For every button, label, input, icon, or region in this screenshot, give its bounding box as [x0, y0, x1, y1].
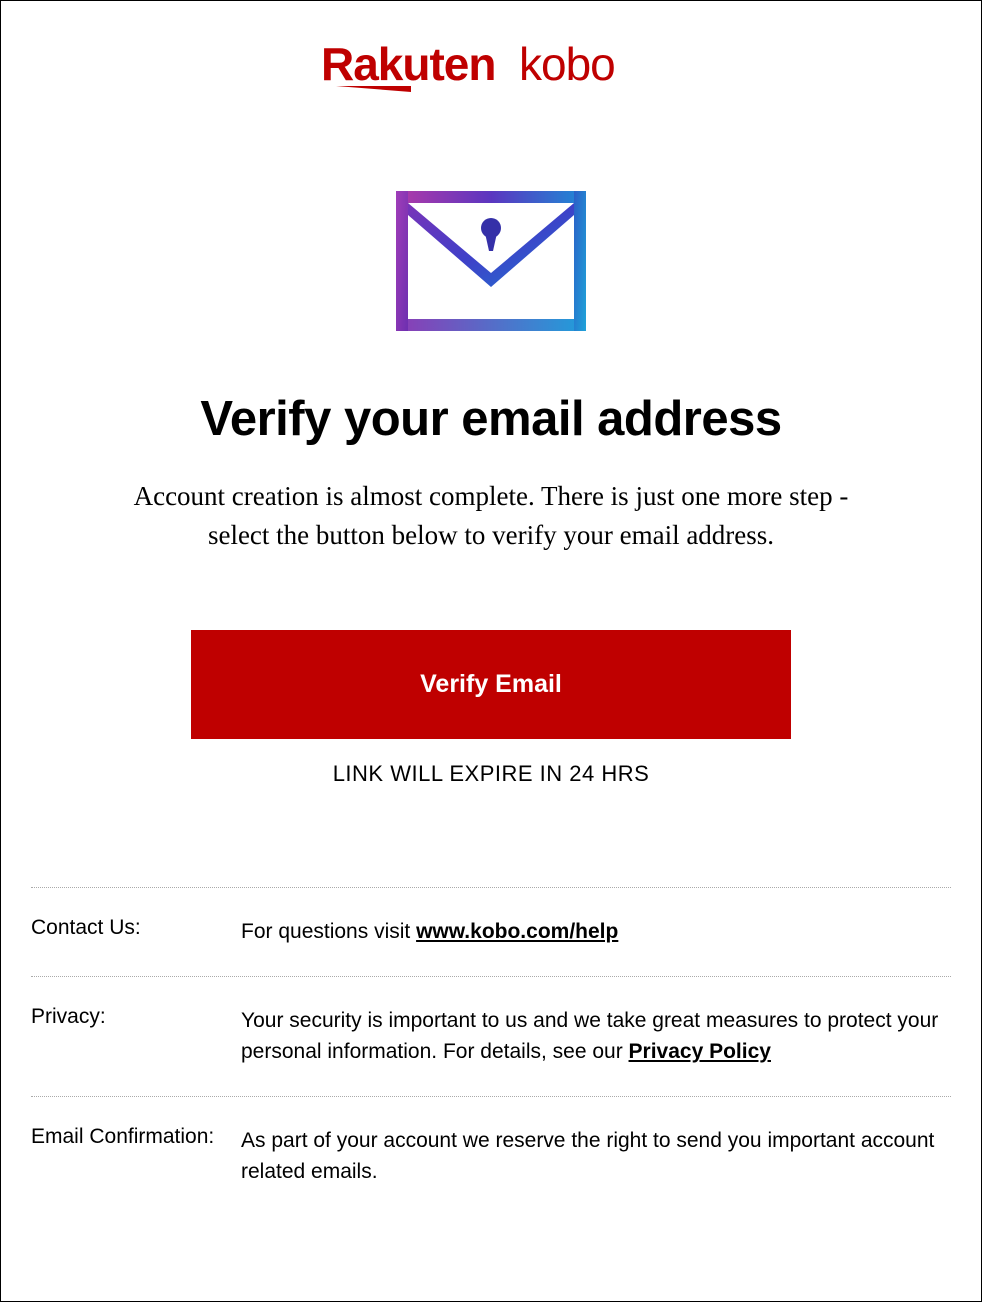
svg-text:kobo: kobo — [519, 38, 615, 90]
verify-email-button[interactable]: Verify Email — [191, 630, 791, 739]
privacy-value: Your security is important to us and we … — [241, 1005, 951, 1068]
page-title: Verify your email address — [31, 391, 951, 447]
privacy-row: Privacy: Your security is important to u… — [31, 977, 951, 1097]
contact-row: Contact Us: For questions visit www.kobo… — [31, 888, 951, 977]
envelope-lock-icon — [31, 191, 951, 336]
email-confirmation-row: Email Confirmation: As part of your acco… — [31, 1097, 951, 1216]
help-link[interactable]: www.kobo.com/help — [416, 920, 618, 943]
privacy-label: Privacy: — [31, 1005, 241, 1068]
email-confirmation-value: As part of your account we reserve the r… — [241, 1125, 951, 1188]
privacy-policy-link[interactable]: Privacy Policy — [629, 1040, 771, 1063]
page-subtitle: Account creation is almost complete. The… — [31, 477, 951, 555]
contact-value: For questions visit www.kobo.com/help — [241, 916, 618, 948]
contact-label: Contact Us: — [31, 916, 241, 948]
brand-logo: Rakuten kobo — [31, 36, 951, 101]
footer-info: Contact Us: For questions visit www.kobo… — [31, 887, 951, 1216]
email-confirmation-label: Email Confirmation: — [31, 1125, 241, 1188]
expiry-notice: LINK WILL EXPIRE IN 24 HRS — [31, 761, 951, 787]
svg-text:Rakuten: Rakuten — [321, 38, 495, 90]
